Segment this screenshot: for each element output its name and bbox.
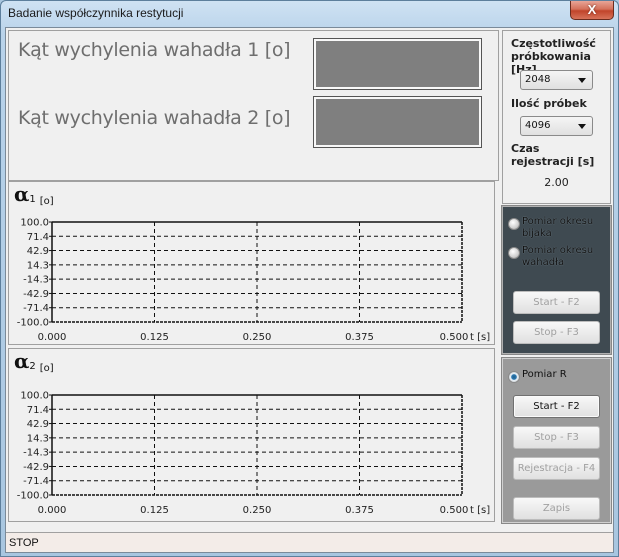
- samples-select[interactable]: 4096: [520, 116, 593, 136]
- radio-button-checked[interactable]: [508, 371, 520, 383]
- y-tick-label: 14.3: [27, 433, 49, 444]
- y-tick-label: 42.9: [27, 246, 49, 257]
- app-window: Badanie współczynnika restytucji X Kąt w…: [0, 0, 619, 557]
- r-measurement-panel: Pomiar R Start - F2 Stop - F3 Rejestracj…: [501, 357, 612, 524]
- radio-striker-period[interactable]: Pomiar okresu bijaka: [508, 216, 608, 240]
- y-tick-label: -14.3: [23, 448, 49, 459]
- angle1-display: [313, 38, 482, 90]
- x-tick-label: 0.375: [345, 505, 374, 516]
- y-tick-label: 71.4: [27, 232, 49, 243]
- y-tick-label: -71.4: [23, 303, 49, 314]
- r-start-button[interactable]: Start - F2: [513, 395, 600, 418]
- y-tick-label: 100.0: [20, 391, 49, 402]
- radio-measure-r-label: Pomiar R: [522, 369, 567, 380]
- radio-pendulum-period-label: Pomiar okresu wahadła: [522, 245, 594, 268]
- angle2-display: [313, 96, 482, 148]
- x-tick-label: 0.500: [440, 332, 469, 343]
- status-bar: STOP: [6, 532, 613, 552]
- frequency-select[interactable]: 2048: [520, 70, 593, 90]
- period-start-button[interactable]: Start - F2: [513, 291, 600, 314]
- period-stop-button[interactable]: Stop - F3: [513, 321, 600, 344]
- x-axis-label: t [s]: [470, 332, 490, 343]
- x-tick-label: 0.500: [440, 505, 469, 516]
- radio-striker-period-label: Pomiar okresu bijaka: [522, 216, 594, 239]
- x-axis-label: t [s]: [470, 505, 490, 516]
- settings-panel: Częstotliwość próbkowania [Hz] 2048 Iloś…: [502, 30, 611, 204]
- angle1-label: Kąt wychylenia wahadła 1 [o]: [18, 39, 291, 61]
- close-button[interactable]: X: [570, 1, 614, 20]
- registration-time-label: Czas rejestracji [s]: [511, 142, 595, 168]
- x-tick-label: 0.125: [140, 505, 169, 516]
- samples-value: 4096: [525, 120, 551, 131]
- y-tick-label: -42.9: [23, 289, 49, 300]
- alpha1-chart: 100.0 71.4 42.9 14.3 -14.3 -42.9 -71.4 -100.0 0.…: [17, 218, 490, 344]
- r-stop-button[interactable]: Stop - F3: [513, 426, 600, 449]
- save-button[interactable]: Zapis: [513, 497, 600, 520]
- y-tick-label: -100.0: [17, 318, 49, 329]
- alpha2-chart-panel: α2 [o] 100.0 71.4 42.9 14.3 -14.3 -42.9 -71.4 -1…: [8, 348, 495, 522]
- alpha2-chart: 100.0 71.4 42.9 14.3 -14.3 -42.9 -71.4 -100.0 0.…: [17, 391, 490, 517]
- y-tick-label: -42.9: [23, 462, 49, 473]
- y-tick-label: 14.3: [27, 260, 49, 271]
- radio-button[interactable]: [508, 247, 520, 259]
- registration-time-value: 2.00: [544, 176, 569, 189]
- title-bar[interactable]: Badanie współczynnika restytucji X: [1, 1, 618, 27]
- x-tick-label: 0.000: [38, 332, 67, 343]
- chevron-down-icon: [578, 124, 586, 129]
- radio-pendulum-period[interactable]: Pomiar okresu wahadła: [508, 245, 608, 269]
- register-button[interactable]: Rejestracja - F4: [513, 457, 600, 480]
- x-tick-label: 0.375: [345, 332, 374, 343]
- chevron-down-icon: [578, 78, 586, 83]
- y-tick-label: 42.9: [27, 419, 49, 430]
- window-title: Badanie współczynnika restytucji: [8, 6, 184, 20]
- close-icon: X: [587, 2, 597, 17]
- x-tick-label: 0.250: [243, 505, 272, 516]
- y-tick-label: -14.3: [23, 275, 49, 286]
- frequency-value: 2048: [525, 74, 551, 85]
- x-tick-label: 0.000: [38, 505, 67, 516]
- radio-button[interactable]: [508, 218, 520, 230]
- angle2-label: Kąt wychylenia wahadła 2 [o]: [18, 107, 291, 129]
- x-tick-label: 0.250: [243, 332, 272, 343]
- y-tick-label: 100.0: [20, 218, 49, 229]
- y-tick-label: 71.4: [27, 405, 49, 416]
- alpha1-chart-panel: α1 [o] 100.0 71.4 42.9 14.3 -14.3 -42.9 -71.4 -1…: [8, 181, 495, 345]
- status-text: STOP: [9, 537, 39, 549]
- angle-display-panel: Kąt wychylenia wahadła 1 [o] Kąt wychyle…: [8, 30, 499, 181]
- period-measurement-panel: Pomiar okresu bijaka Pomiar okresu wahad…: [501, 205, 612, 355]
- y-tick-label: -100.0: [17, 491, 49, 502]
- client-area: Kąt wychylenia wahadła 1 [o] Kąt wychyle…: [5, 27, 614, 553]
- samples-label: Ilość próbek: [511, 97, 587, 110]
- radio-measure-r[interactable]: Pomiar R: [508, 369, 567, 383]
- x-tick-label: 0.125: [140, 332, 169, 343]
- y-tick-label: -71.4: [23, 476, 49, 487]
